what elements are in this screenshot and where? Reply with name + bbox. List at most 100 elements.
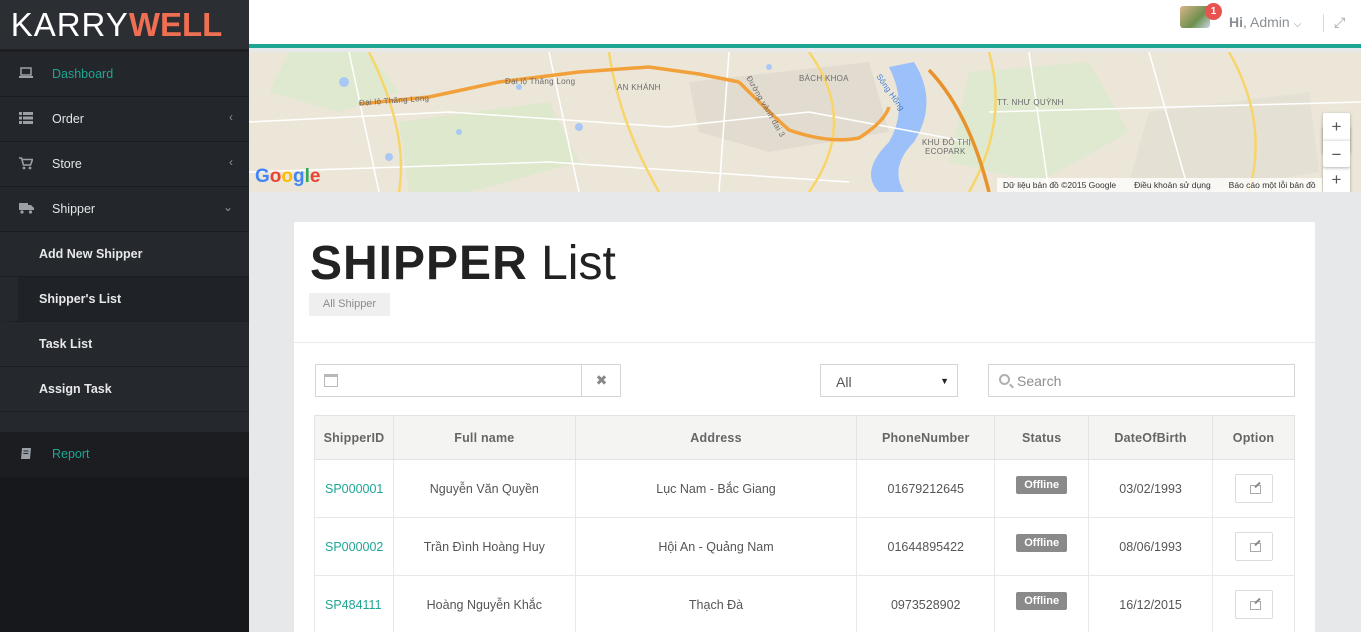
status-filter-value: All [836,374,852,390]
status-cell: Offline [994,575,1090,632]
sidebar-item-label: Shipper [52,202,96,216]
column-header-fullname[interactable]: Full name [392,415,576,460]
column-header-address[interactable]: Address [574,415,858,460]
google-logo: Google [255,166,321,187]
search-icon [999,374,1010,385]
shipper-address: Thạch Đà [574,575,858,632]
map-label: BÁCH KHOA [799,74,849,83]
table-row: SP000002 Trần Đình Hoàng Huy Hội An - Qu… [314,517,1295,576]
column-header-status[interactable]: Status [994,415,1090,460]
map-label: Đại lộ Thăng Long [505,77,576,86]
shipper-id-link[interactable]: SP000001 [314,459,394,518]
submenu-item-add-new-shipper[interactable]: Add New Shipper [0,232,249,277]
map-label: TT. NHƯ QUỲNH [997,98,1064,107]
sidebar-item-dashboard[interactable]: Dashboard [0,52,249,97]
cart-icon [18,157,34,171]
map-data-credit: Dữ liệu bản đồ ©2015 Google [1003,180,1117,190]
top-bar: 1 Hi, Admin ⌵ ⤢ [249,0,1361,48]
fullscreen-icon[interactable]: ⤢ [1334,14,1345,31]
map-canvas [249,52,1361,192]
option-cell [1212,517,1295,576]
column-header-dob[interactable]: DateOfBirth [1088,415,1214,460]
edit-button[interactable] [1234,590,1273,619]
edit-button[interactable] [1234,474,1273,503]
sidebar-item-label: Order [52,112,84,126]
map-label: KHU ĐÔ THỊ [922,138,972,147]
user-menu[interactable]: Hi, Admin ⌵ [1229,14,1301,30]
status-badge: Offline [1016,591,1068,610]
shipper-phone: 01679212645 [856,459,996,518]
zoom-in-button[interactable]: + [1323,166,1350,192]
brand-part1: KARRY [10,5,129,43]
terms-link[interactable]: Điều khoản sử dụng [1134,180,1211,190]
sidebar: KARRY WELL Dashboard Order ‹ Store ‹ Shi… [0,0,249,632]
status-cell: Offline [994,459,1090,518]
page-title: SHIPPER List [310,236,616,291]
submenu-item-assign-task[interactable]: Assign Task [0,367,249,412]
sidebar-item-report[interactable]: Report [0,432,249,477]
edit-button[interactable] [1234,532,1273,561]
option-cell [1212,459,1295,518]
brand-logo[interactable]: KARRY WELL [0,0,249,49]
zoom-out-button[interactable]: − [1323,140,1350,167]
map-label: ECOPARK [925,147,966,156]
shipper-name: Hoàng Nguyễn Khắc [392,575,576,632]
option-cell [1212,575,1295,632]
status-badge: Offline [1016,533,1068,552]
submenu-item-shippers-list[interactable]: Shipper's List [0,277,249,322]
calendar-icon [324,374,338,387]
chevron-left-icon: ‹ [229,155,233,169]
laptop-icon [18,67,34,81]
shipper-dob: 16/12/2015 [1088,575,1214,632]
report-error-link[interactable]: Báo cáo một lỗi bản đồ [1229,180,1316,190]
shipper-submenu: Add New Shipper Shipper's List Task List… [0,232,249,432]
sidebar-nav: Dashboard Order ‹ Store ‹ Shipper ⌄ Add … [0,52,249,432]
status-badge: Offline [1016,475,1068,494]
breadcrumb[interactable]: All Shipper [309,293,390,316]
brand-part2: WELL [128,5,223,43]
search-input[interactable] [1017,365,1287,396]
app-root: KARRY WELL Dashboard Order ‹ Store ‹ Shi… [0,0,1361,632]
map-view[interactable]: Đại lộ Thăng Long Đại lộ Thăng Long AN K… [249,52,1361,192]
list-icon [18,112,34,126]
divider [294,342,1315,343]
sidebar-item-shipper[interactable]: Shipper ⌄ [0,187,249,232]
submenu-item-task-list[interactable]: Task List [0,322,249,367]
shipper-dob: 03/02/1993 [1088,459,1214,518]
date-filter-input[interactable]: ✖ [315,364,621,397]
sidebar-item-label: Report [52,447,90,461]
shipper-name: Nguyễn Văn Quyền [392,459,576,518]
status-cell: Offline [994,517,1090,576]
search-box[interactable] [988,364,1295,397]
truck-icon [18,202,34,216]
sidebar-item-order[interactable]: Order ‹ [0,97,249,142]
map-label: AN KHÁNH [617,83,661,92]
shipper-id-link[interactable]: SP484111 [314,575,394,632]
caret-down-icon: ▼ [940,376,949,386]
shipper-name: Trần Đình Hoàng Huy [392,517,576,576]
column-header-option: Option [1212,415,1295,460]
column-header-phone[interactable]: PhoneNumber [856,415,996,460]
sidebar-item-label: Store [52,157,82,171]
page-title-bold: SHIPPER [310,237,528,290]
shipper-dob: 08/06/1993 [1088,517,1214,576]
sidebar-item-label: Dashboard [52,67,114,81]
notification-badge[interactable]: 1 [1205,3,1222,20]
map-attribution: Dữ liệu bản đồ ©2015 Google Điều khoản s… [997,178,1322,192]
sidebar-footer-area [0,477,249,632]
status-filter-select[interactable]: All ▼ [820,364,958,397]
shipper-table: ShipperID Full name Address PhoneNumber … [314,415,1295,632]
shipper-address: Lục Nam - Bắc Giang [574,459,858,518]
shipper-id-link[interactable]: SP000002 [314,517,394,576]
zoom-in-button[interactable]: + [1323,113,1350,140]
shipper-phone: 0973528902 [856,575,996,632]
page-title-light: List [541,237,616,290]
column-header-shipperid[interactable]: ShipperID [314,415,394,460]
greeting-hi: Hi [1229,14,1243,30]
clear-date-button[interactable]: ✖ [581,365,621,396]
chevron-down-icon: ⌄ [222,200,233,214]
greeting-name: , Admin [1243,14,1290,30]
sidebar-item-store[interactable]: Store ‹ [0,142,249,187]
topbar-divider [1323,14,1324,32]
submenu-spacer [0,412,249,432]
